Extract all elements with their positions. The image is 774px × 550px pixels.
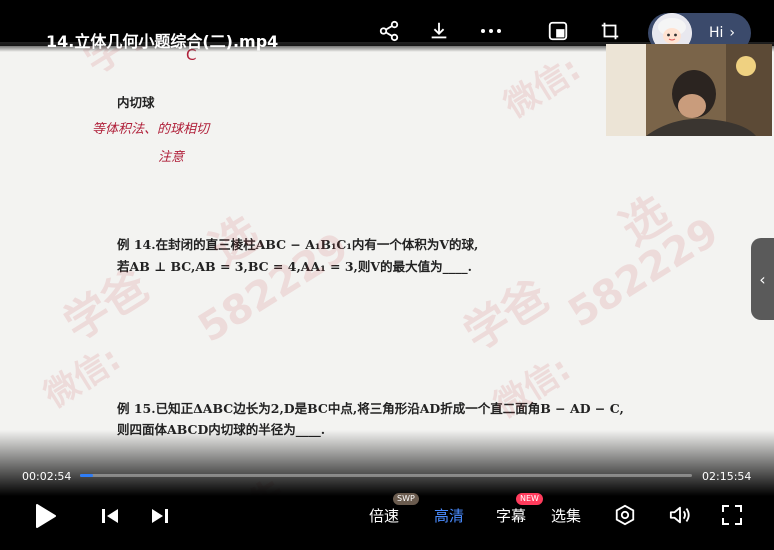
previous-button[interactable] <box>99 505 121 527</box>
quality-button[interactable]: 高清 <box>434 505 464 526</box>
example-14-line1: 例 14.在封闭的直三棱柱ABC − A₁B₁C₁内有一个体积为V的球, <box>117 237 479 252</box>
handwritten-note-line1: 等体积法、的球相切 <box>92 122 210 137</box>
watermark-text: 学爸 <box>455 270 558 361</box>
example-15-line1: 例 15.已知正ΔABC边长为2,D是BC中点,将三角形沿AD折成一个直二面角B… <box>117 401 624 416</box>
total-time: 02:15:54 <box>702 470 752 483</box>
subtitle-button[interactable]: 字幕 <box>496 505 526 526</box>
fullscreen-icon[interactable] <box>720 503 744 527</box>
share-icon[interactable] <box>376 18 402 44</box>
speed-button[interactable]: 倍速 <box>369 505 399 526</box>
chevron-left-icon: ‹ <box>759 269 766 289</box>
watermark-text: 选 <box>610 185 679 256</box>
volume-icon[interactable] <box>667 503 693 527</box>
video-title: 14.立体几何小题综合(二).mp4 <box>46 32 279 51</box>
player-controls <box>0 430 774 550</box>
example-14-line2: 若AB ⊥ BC,AB = 3,BC = 4,AA₁ = 3,则V的最大值为__… <box>117 259 472 274</box>
side-panel-toggle[interactable]: ‹ <box>751 238 774 320</box>
progress-fill <box>80 474 93 477</box>
chevron-right-icon: › <box>729 25 736 41</box>
speed-badge: SWP <box>393 493 419 505</box>
watermark-number: 582229 <box>560 209 727 337</box>
progress-bar[interactable] <box>80 474 692 477</box>
teacher-webcam[interactable] <box>606 44 772 136</box>
watermark-text: 微信: <box>37 338 128 417</box>
more-icon[interactable] <box>478 18 504 44</box>
pip-icon[interactable] <box>545 18 571 44</box>
play-button[interactable] <box>33 502 59 530</box>
download-icon[interactable] <box>426 18 452 44</box>
section-title: 内切球 <box>117 95 155 110</box>
handwritten-note-line2: 注意 <box>158 150 185 165</box>
new-badge: NEW <box>516 493 543 505</box>
episodes-button[interactable]: 选集 <box>551 505 581 526</box>
watermark-text: 微信: <box>497 48 588 127</box>
next-button[interactable] <box>149 505 171 527</box>
current-time: 00:02:54 <box>22 470 72 483</box>
danmaku-toggle-icon[interactable] <box>612 503 638 527</box>
video-player[interactable]: C 内切球 等体积法、的球相切 注意 例 14.在封闭的直三棱柱ABC − A₁… <box>0 0 774 550</box>
assistant-label: Hi <box>709 25 724 41</box>
screenshot-icon[interactable] <box>597 18 623 44</box>
